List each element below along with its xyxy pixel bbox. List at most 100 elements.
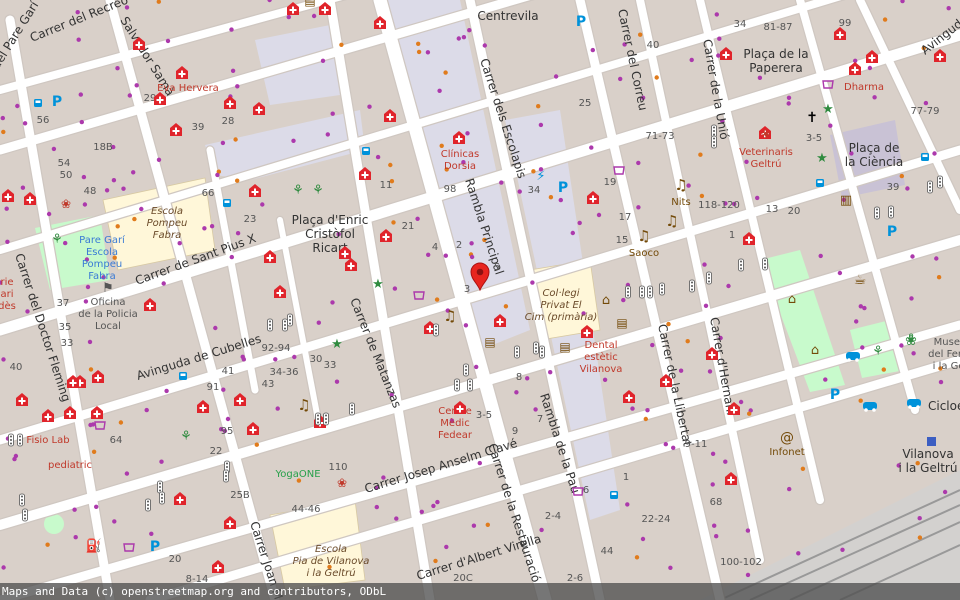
edge-text-ari: ari xyxy=(0,289,13,300)
house-number: 28 xyxy=(222,116,235,127)
map-attribution: Maps and Data (c) openstreetmap.org and … xyxy=(0,583,960,600)
house-number: 13 xyxy=(766,204,779,215)
house-number: 81-87 xyxy=(763,22,792,33)
train-station-icon xyxy=(927,437,936,446)
poi-escola-pompeu-3: Fabra xyxy=(153,230,181,241)
traffic-signal-icon xyxy=(157,480,163,494)
charging-station-icon: ⚡ xyxy=(536,169,545,184)
traffic-signal-icon xyxy=(738,258,744,272)
place-centrevila: Centrevila xyxy=(477,9,538,23)
poi-infonet: Infonet xyxy=(769,447,804,458)
house-number: 20 xyxy=(788,206,801,217)
music-icon: ♫ xyxy=(443,307,456,325)
place-of-worship-icon: ✝ xyxy=(806,110,818,126)
house-number: 40 xyxy=(10,362,23,373)
house-number: 40 xyxy=(647,40,660,51)
traffic-signal-icon xyxy=(17,433,23,447)
house-number: 100-102 xyxy=(720,557,762,568)
library-icon: ▥ xyxy=(840,193,852,208)
poi-dental-3: Vilanova xyxy=(580,364,623,375)
house-number: 54 xyxy=(58,158,71,169)
poi-dental-2: estètic xyxy=(584,351,618,363)
sports-icon: ★ xyxy=(331,337,343,352)
bank-icon: ▤ xyxy=(559,340,570,354)
sports-icon: ★ xyxy=(816,151,828,166)
house-number: 92-94 xyxy=(261,343,290,354)
veterinary-icon: ❀ xyxy=(61,197,71,211)
traffic-signal-icon xyxy=(874,206,880,220)
poi-escola-pompeu-2: Pompeu xyxy=(147,218,188,229)
traffic-signal-icon xyxy=(282,318,288,332)
veterinary-icon: ❀ xyxy=(761,127,771,141)
poi-escola-pompeu-1: Escola xyxy=(151,206,183,217)
place-paperera-2: Paperera xyxy=(749,61,802,75)
poi-saoco: Saoco xyxy=(629,248,659,259)
traffic-signal-icon xyxy=(223,469,229,483)
bus-stop-icon xyxy=(816,179,824,187)
museum-icon: ⌂ xyxy=(811,343,819,358)
house-number: 9-11 xyxy=(685,439,708,450)
house-number: 33 xyxy=(324,360,337,371)
poi-clinicas-2: Dorsia xyxy=(444,161,476,172)
place-vilanova-1: Vilanova xyxy=(902,447,953,461)
traffic-signal-icon xyxy=(8,433,14,447)
parking-icon: P xyxy=(830,387,840,403)
house-number: 50 xyxy=(60,170,73,181)
poi-eva-hervera: Eva Hervera xyxy=(157,83,219,94)
house-number: 18B xyxy=(93,142,113,153)
poi-oficina-2: de la Policia xyxy=(78,309,138,320)
internet-cafe-icon: @ xyxy=(780,430,794,446)
house-number: 91 xyxy=(207,382,220,393)
house-number: 37 xyxy=(57,298,70,309)
museum-icon: ⌂ xyxy=(602,293,610,308)
poi-fisio-lab: Fisio Lab xyxy=(26,435,69,446)
place-placa-enric-1: Plaça d'Enric xyxy=(292,213,369,227)
house-number: 1 xyxy=(623,472,629,483)
parking-icon: P xyxy=(887,224,897,240)
poi-escola-pia-3: i la Geltrú xyxy=(306,567,355,579)
veterinary-icon: ❀ xyxy=(337,476,347,490)
house-number: 25B xyxy=(230,490,250,501)
playground-icon: ⚘ xyxy=(292,183,304,198)
house-number: 110 xyxy=(328,462,347,473)
police-icon: ⚑ xyxy=(102,281,114,296)
traffic-signal-icon xyxy=(467,378,473,392)
house-number: 22-24 xyxy=(641,514,670,525)
traffic-signal-icon xyxy=(433,323,439,337)
bus-stop-icon xyxy=(921,153,929,161)
poi-oficina-1: Oficina xyxy=(91,297,126,308)
place-ciencia-2: la Ciència xyxy=(845,155,904,169)
edge-text-des: dès xyxy=(0,300,16,312)
house-number: 2-4 xyxy=(545,511,561,522)
bus-stop-icon xyxy=(610,491,618,499)
poi-escola-pia-2: Pia de Vilanova xyxy=(293,556,370,567)
house-number: 48 xyxy=(84,186,97,197)
bus-stop-icon xyxy=(34,99,42,107)
house-number: 39 xyxy=(887,182,900,193)
traffic-signal-icon xyxy=(647,285,653,299)
bus-stop-icon xyxy=(362,147,370,155)
playground-icon: ⚘ xyxy=(312,183,324,198)
house-number: 2 xyxy=(456,240,462,251)
museum-icon: ⌂ xyxy=(788,292,796,307)
poi-veterinaris-2: Geltrú xyxy=(750,158,781,170)
bank-icon: ▤ xyxy=(616,316,627,330)
house-number: 1 xyxy=(729,230,735,241)
house-number: 11 xyxy=(380,180,393,191)
poi-veterinaris-1: Veterinaris xyxy=(739,147,793,158)
house-number: 19 xyxy=(604,177,617,188)
traffic-signal-icon xyxy=(533,341,539,355)
traffic-signal-icon xyxy=(625,285,631,299)
poi-dharma: Dharma xyxy=(844,82,884,93)
bank-icon: ▤ xyxy=(304,0,315,8)
playground-icon: ⚘ xyxy=(180,429,192,444)
poi-dental-1: Dental xyxy=(584,340,617,351)
map-canvas[interactable]: Carrer del Recreo del Pare Garí Salvador… xyxy=(0,0,960,600)
house-number: 44 xyxy=(601,546,614,557)
house-number: 21 xyxy=(402,221,415,232)
traffic-signal-icon xyxy=(19,493,25,507)
house-number: 64 xyxy=(110,435,123,446)
house-number: 71-73 xyxy=(645,131,674,142)
house-number: 43 xyxy=(262,379,275,390)
poi-collegi-2: Privat El xyxy=(540,300,581,311)
